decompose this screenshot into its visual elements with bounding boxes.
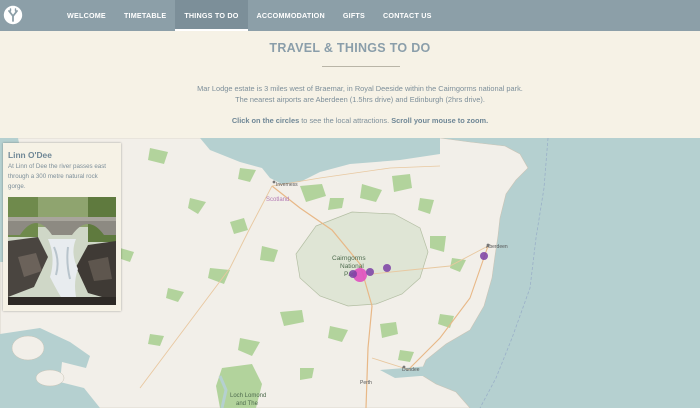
attraction-marker[interactable] <box>383 264 391 272</box>
info-card-description: At Linn of Dee the river passes east thr… <box>8 163 107 190</box>
attraction-info-card: Linn O'Dee At Linn of Dee the river pass… <box>3 143 121 311</box>
intro-description: Mar Lodge estate is 3 miles west of Brae… <box>0 83 700 105</box>
nav-item-welcome[interactable]: WELCOME <box>58 0 115 31</box>
cta-middle-text: to see the local attractions. <box>299 116 392 125</box>
title-divider <box>322 66 400 67</box>
cta-click-circles: Click on the circles <box>231 116 300 125</box>
intro-line-airports: The nearest airports are Aberdeen (1.5hr… <box>235 95 485 104</box>
attraction-marker[interactable] <box>366 268 374 276</box>
nav-item-timetable[interactable]: TIMETABLE <box>115 0 175 31</box>
cta-scroll-zoom: Scroll your mouse to zoom. <box>391 116 489 125</box>
nav-item-things-to-do[interactable]: THINGS TO DO <box>175 0 248 31</box>
page-title: TRAVEL & THINGS TO DO <box>269 41 431 55</box>
map-label-inverness: Inverness <box>276 182 298 188</box>
island-small <box>35 369 65 387</box>
attraction-photo <box>8 197 116 305</box>
map-label-cairngorms-1: Cairngorms <box>332 255 366 262</box>
intro-line-location: Mar Lodge estate is 3 miles west of Brae… <box>197 84 523 93</box>
intro-section: TRAVEL & THINGS TO DO Mar Lodge estate i… <box>0 31 700 138</box>
nav-item-gifts[interactable]: GIFTS <box>334 0 374 31</box>
city-dot-dundee <box>402 365 406 369</box>
island-mull <box>11 335 45 361</box>
top-navigation: WELCOME TIMETABLE THINGS TO DO ACCOMMODA… <box>0 0 700 31</box>
nav-item-contact-us[interactable]: CONTACT US <box>374 0 441 31</box>
map-label-loch-lomond-1: Loch Lomond <box>230 393 266 399</box>
intro-instructions: Click on the circles to see the local at… <box>0 116 700 125</box>
city-dot-aberdeen <box>486 243 490 247</box>
map-label-scotland: Scotland <box>266 197 289 203</box>
lodge-logo-icon[interactable] <box>3 5 23 25</box>
city-dot-inverness <box>272 180 276 184</box>
info-card-title: Linn O'Dee <box>8 150 52 160</box>
attraction-marker[interactable] <box>480 252 488 260</box>
map-label-perth: Perth <box>360 380 372 386</box>
attraction-marker[interactable] <box>349 270 357 278</box>
nav-menu: WELCOME TIMETABLE THINGS TO DO ACCOMMODA… <box>58 0 441 31</box>
nav-item-accommodation[interactable]: ACCOMMODATION <box>248 0 334 31</box>
map-label-loch-lomond-2: and The <box>236 401 259 407</box>
